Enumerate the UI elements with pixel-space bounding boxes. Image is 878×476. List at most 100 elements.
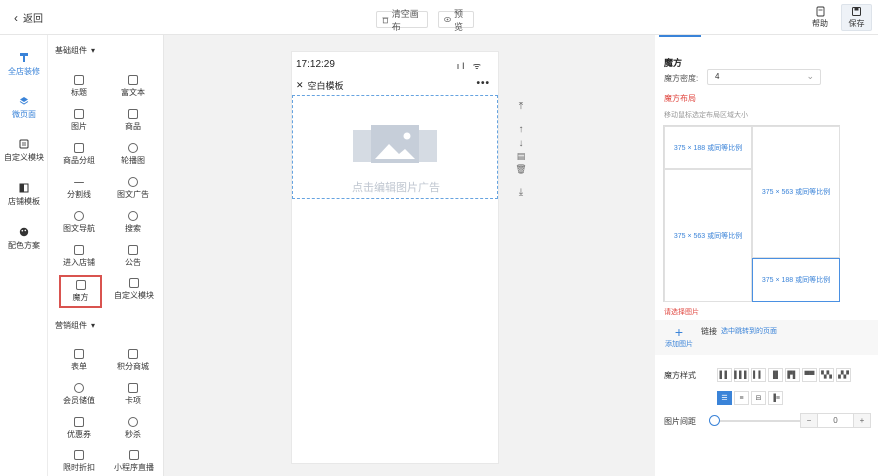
clear-canvas-label: 清空画布 [391,8,419,32]
link-select[interactable]: 选中跳转到的页面 [721,326,777,336]
comp-label: 限时折扣 [63,463,95,472]
marketing-components-toggle[interactable]: 营销组件 ▾ [55,320,95,331]
comp-rich-text[interactable]: 富文本 [113,75,153,105]
save-button[interactable]: 保存 [841,4,872,31]
comp-image-ad[interactable]: 图文广告 [113,177,153,207]
comp-goods-group[interactable]: 商品分组 [59,143,99,173]
arrow-down-icon[interactable]: ↓ [519,138,524,149]
preview-button[interactable]: 预览 [438,9,474,32]
layout-cell[interactable]: 375 × 563 或同等比例 [752,126,840,258]
move-top-icon[interactable]: ⤒ [519,101,523,112]
density-select[interactable]: 4 ⌄ [707,69,821,85]
spacing-slider-track[interactable] [713,420,800,422]
style-center-icon[interactable]: ⊟ [751,391,766,405]
style-options-row-1: ▌▌ ▌▌▌ ▍▍ ▐▌ ▛▌ ▀▀ ▚▚ ▞▞ [717,368,851,382]
style-four-column-icon[interactable]: ▍▍ [751,368,766,382]
comp-title[interactable]: 标题 [59,75,99,105]
comp-label: 积分商城 [117,362,149,371]
nav-item-color-scheme[interactable]: 配色方案 [0,227,48,251]
comp-flash-sale[interactable]: 秒杀 [113,417,153,447]
nav-item-micro-page[interactable]: 微页面 [0,96,48,120]
group-title-label: 营销组件 [55,321,87,330]
style-split-left-icon[interactable]: ▐▌ [768,368,783,382]
style-two-rows-icon[interactable]: ▀▀ [802,368,817,382]
signal-wifi-icon: ıl ᯤ [456,61,484,71]
increment-button[interactable]: + [854,414,870,427]
style-two-column-icon[interactable]: ▌▌ [717,368,732,382]
magic-cube-block[interactable]: 点击编辑图片广告 [292,95,498,199]
style-rows-icon[interactable]: ≡ [734,391,749,405]
nav-item-label: 店铺模板 [8,197,40,206]
nav-item-label: 自定义模块 [4,153,44,162]
help-label: 帮助 [812,19,828,28]
coupon-icon [74,417,84,427]
nav-item-custom-module[interactable]: 自定义模块 [0,139,48,163]
comp-label: 轮播图 [121,156,145,165]
comp-image-nav[interactable]: 图文导航 [59,211,99,241]
trash-icon [382,17,389,23]
style-label: 魔方样式 [664,371,696,380]
trash-icon[interactable]: 🗑 [515,164,526,175]
style-one-two-icon[interactable]: ▛▌ [785,368,800,382]
comp-live-stream[interactable]: 小程序直播 [110,450,158,476]
spacing-value[interactable]: 0 [817,414,854,427]
help-button[interactable]: 帮助 [805,4,835,31]
comp-form[interactable]: 表单 [59,349,99,379]
layout-cell[interactable]: 375 × 563 或同等比例 [664,169,752,302]
copy-icon[interactable]: ▤ [517,151,526,162]
comp-member-recharge[interactable]: 会员储值 [59,383,99,413]
comp-magic-cube[interactable]: 魔方 [59,275,102,308]
arrow-up-icon[interactable]: ↑ [519,124,524,135]
style-grid-icon[interactable]: ▚▚ [819,368,834,382]
more-icon[interactable]: ••• [476,78,490,89]
comp-time-discount[interactable]: 限时折扣 [59,450,99,476]
caret-down-icon: ▾ [91,321,96,330]
comp-custom-module[interactable]: 自定义模块 [111,278,157,308]
back-button[interactable]: ‹ 返回 [14,10,43,26]
nav-item-store-template[interactable]: 店铺模板 [0,183,48,207]
spacing-label: 图片间距 [664,417,696,426]
back-label: 返回 [23,14,43,25]
image-placeholder-icon [353,125,437,163]
add-image-button[interactable]: + 添加图片 [661,325,697,355]
plus-icon: + [674,324,684,340]
top-bar: ‹ 返回 清空画布 预览 帮助 保存 [0,0,878,35]
coin-icon [74,383,84,393]
clear-canvas-button[interactable]: 清空画布 [376,9,428,32]
comp-divider[interactable]: 分割线 [59,177,99,207]
decrement-button[interactable]: − [801,414,817,427]
cell-size-label: 375 × 563 或同等比例 [673,232,743,240]
style-quad-icon[interactable]: ▞▞ [836,368,851,382]
template-icon [19,183,29,193]
comp-points-mall[interactable]: 积分商城 [113,349,153,379]
comp-label: 图文导航 [63,224,95,233]
layout-cell-selected[interactable]: 375 × 188 或同等比例 [752,258,840,302]
palette-icon [19,227,29,237]
comp-goods[interactable]: 商品 [113,109,153,139]
chevron-left-icon: ‹ [14,10,18,25]
select-image-label: 请选择图片 [664,309,699,316]
layout-cell[interactable]: 375 × 188 或同等比例 [664,126,752,169]
style-side-icon[interactable]: ▐≡ [768,391,783,405]
preview-label: 预览 [454,8,464,32]
comp-enter-store[interactable]: 进入店铺 [59,245,99,275]
comp-card-item[interactable]: 卡项 [113,383,153,413]
comp-carousel[interactable]: 轮播图 [113,143,153,173]
spacing-slider-handle[interactable] [709,415,720,426]
cell-size-label: 375 × 563 或同等比例 [761,189,831,196]
style-three-column-icon[interactable]: ▌▌▌ [734,368,749,382]
comp-coupon[interactable]: 优惠券 [59,417,99,447]
grid-icon [75,280,86,290]
nav-item-store-decor[interactable]: 全店装修 [0,52,48,77]
comp-search[interactable]: 搜索 [113,211,153,241]
comp-image[interactable]: 图片 [59,109,99,139]
basic-components-toggle[interactable]: 基础组件 ▾ [55,45,95,56]
store-icon [74,245,84,255]
style-custom-icon[interactable]: ☰ [717,391,732,405]
phone-nav-bar: ✕ 空白模板 [296,79,344,92]
image-card: + 添加图片 链接 选中跳转到的页面 [655,320,878,355]
comp-notice[interactable]: 公告 [113,245,153,275]
nav-item-label: 微页面 [12,110,36,119]
cell-size-label: 375 × 188 或同等比例 [673,144,743,152]
move-bottom-icon[interactable]: ⤓ [519,187,523,198]
